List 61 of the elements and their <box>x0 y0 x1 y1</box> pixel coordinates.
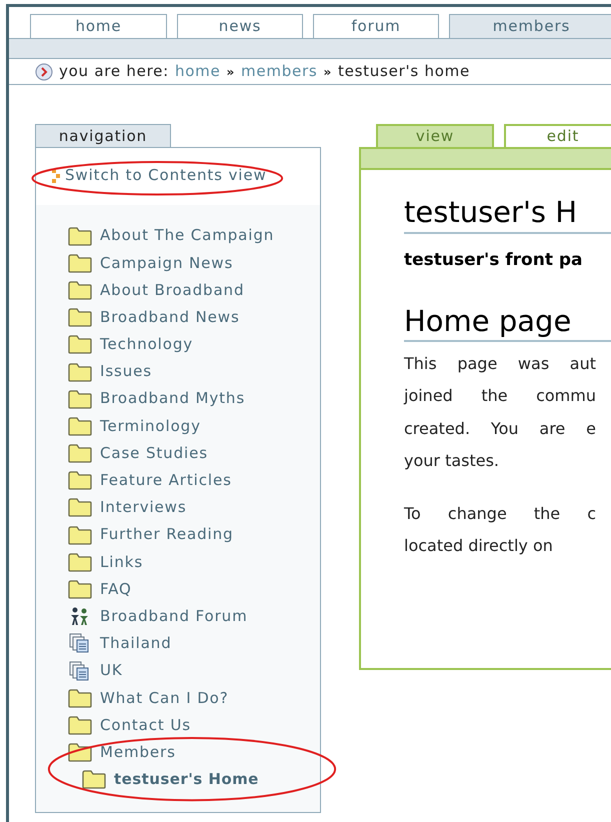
folder-icon <box>68 579 92 600</box>
breadcrumb-link[interactable]: members <box>241 60 318 83</box>
folder-icon <box>68 334 92 354</box>
nav-tab[interactable]: news <box>177 14 303 38</box>
tree-item[interactable]: Interviews <box>68 494 320 522</box>
portlet-title: navigation <box>35 124 171 147</box>
tree-item[interactable]: Terminology <box>68 412 320 440</box>
tree-item[interactable]: Case Studies <box>68 440 320 467</box>
folder-icon <box>82 769 106 790</box>
folder-icon <box>68 497 92 518</box>
tree-item[interactable]: Technology <box>68 330 320 358</box>
tree-item[interactable]: Links <box>68 548 320 576</box>
folder-icon <box>68 714 92 735</box>
folder-icon <box>68 226 92 246</box>
tree-item[interactable]: Campaign News <box>68 249 320 276</box>
paragraph-line: To change the c <box>404 502 596 524</box>
tree-item[interactable]: About The Campaign <box>68 222 320 250</box>
folder-icon <box>68 362 92 382</box>
breadcrumb-label: you are here: <box>59 61 169 82</box>
page-description: testuser's front pa <box>404 249 584 272</box>
folder-icon <box>68 443 92 464</box>
tree-item[interactable]: Members <box>68 738 320 766</box>
separator-icon: » <box>323 62 332 80</box>
paragraph-line: joined the commu <box>404 385 596 407</box>
nav-tab[interactable]: members <box>449 14 611 38</box>
folder-icon <box>68 688 92 708</box>
breadcrumb-link[interactable]: home <box>174 60 220 83</box>
content-tab[interactable]: view <box>376 124 494 147</box>
nav-tab[interactable]: forum <box>313 14 439 38</box>
tree-item[interactable]: Feature Articles <box>68 466 320 494</box>
tree-item[interactable]: Broadband Forum <box>68 602 320 630</box>
tree-item[interactable]: Further Reading <box>68 521 320 548</box>
tree-item[interactable]: UK <box>68 657 320 684</box>
folder-icon <box>68 470 92 490</box>
paragraph-line: created. You are e <box>404 418 596 440</box>
folder-icon <box>68 388 92 409</box>
tree-item[interactable]: About Broadband <box>68 276 320 304</box>
folder-icon <box>68 524 92 545</box>
content-tab[interactable]: edit <box>504 124 611 147</box>
page-title: testuser's H <box>404 192 611 234</box>
tree-item[interactable]: testuser's Home <box>68 766 320 793</box>
folder-icon <box>68 416 92 436</box>
folder-icon <box>68 280 92 300</box>
tree-item[interactable]: Issues <box>68 358 320 386</box>
paragraph-line: located directly on <box>404 535 554 557</box>
paragraph-line: This page was aut <box>404 352 596 374</box>
folder-icon <box>68 307 92 328</box>
tree-item[interactable]: Contact Us <box>68 711 320 739</box>
nav-tab[interactable]: home <box>30 14 167 38</box>
tree-item[interactable]: FAQ <box>68 575 320 603</box>
folder-icon <box>68 252 92 273</box>
tree-item[interactable]: What Can I Do? <box>68 684 320 712</box>
tree-item[interactable]: Thailand <box>68 630 320 657</box>
tree-item[interactable]: Broadband Myths <box>68 385 320 412</box>
breadcrumb-current: testuser's home <box>338 61 470 82</box>
tree-item[interactable]: Broadband News <box>68 304 320 331</box>
separator-icon: » <box>226 62 236 80</box>
folder-icon <box>68 552 92 572</box>
bullet-icon <box>52 168 60 182</box>
paragraph-line: your tastes. <box>404 450 500 472</box>
section-heading: Home page <box>404 302 611 342</box>
